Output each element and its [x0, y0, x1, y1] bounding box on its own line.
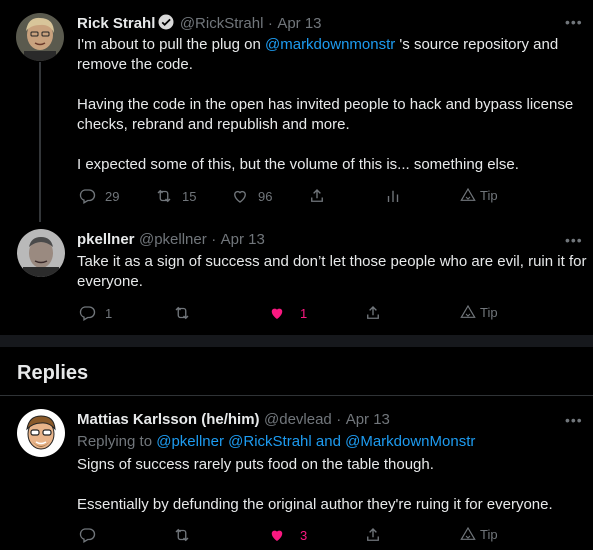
replying-to: Replying to @pkellner @RickStrahl and @M…: [77, 433, 476, 450]
more-options-icon[interactable]: •••: [565, 232, 583, 248]
section-divider: [0, 335, 593, 347]
tweet-date[interactable]: Apr 13: [346, 411, 390, 428]
retweet-button[interactable]: [173, 526, 191, 544]
avatar-pkellner[interactable]: [17, 229, 65, 277]
share-button[interactable]: [308, 187, 326, 205]
mention-markdownmonstr[interactable]: @markdownmonstr: [265, 36, 395, 53]
retweet-button[interactable]: 15: [155, 187, 196, 205]
dot-separator: ·: [211, 231, 217, 248]
analytics-icon: [387, 190, 399, 202]
reply-button[interactable]: [78, 526, 96, 544]
dot-separator: ·: [267, 15, 273, 32]
tweet2-header: pkellner @pkellner · Apr 13: [77, 231, 265, 249]
share-icon: [367, 528, 379, 541]
more-options-icon[interactable]: •••: [565, 14, 583, 30]
retweet-icon: [175, 528, 189, 542]
heart-filled-icon: [271, 530, 283, 541]
heart-icon: [234, 190, 246, 203]
mention-markdownmonstr[interactable]: @MarkdownMonstr: [345, 433, 475, 450]
mention-rickstrahl[interactable]: @RickStrahl: [228, 433, 312, 450]
avatar-rick-strahl[interactable]: [16, 13, 64, 61]
like-count: 3: [300, 527, 308, 543]
share-button[interactable]: [364, 526, 382, 544]
reply-icon: [79, 528, 96, 543]
dot-separator: ·: [336, 411, 342, 428]
more-options-icon[interactable]: •••: [565, 412, 583, 428]
verified-badge-icon: [158, 14, 174, 30]
like-button[interactable]: 1: [268, 304, 307, 322]
share-button[interactable]: [364, 304, 382, 322]
tweet1-text: I'm about to pull the plug on @markdownm…: [77, 36, 574, 173]
reply-button[interactable]: 1: [78, 304, 112, 322]
tip-button[interactable]: Tip: [460, 526, 498, 542]
author-handle[interactable]: @pkellner: [139, 231, 207, 248]
mention-pkellner[interactable]: @pkellner: [156, 433, 224, 450]
analytics-button[interactable]: [384, 187, 402, 205]
tip-label: Tip: [480, 304, 498, 320]
tip-button[interactable]: Tip: [460, 187, 498, 203]
tip-icon: [460, 187, 476, 201]
tip-icon: [460, 304, 476, 318]
author-name[interactable]: pkellner: [77, 231, 135, 248]
reply-button[interactable]: 29: [78, 187, 119, 205]
like-button[interactable]: 3: [268, 526, 307, 544]
author-name[interactable]: Rick Strahl: [77, 15, 155, 32]
author-handle[interactable]: @devlead: [264, 411, 332, 428]
tweet1-header: Rick Strahl @RickStrahl · Apr 13: [77, 13, 322, 33]
like-count: 1: [300, 305, 308, 321]
tip-icon: [460, 526, 476, 540]
like-count: 96: [258, 188, 273, 204]
tweet-date[interactable]: Apr 13: [277, 15, 321, 32]
share-icon: [367, 306, 379, 319]
tweet3-text: Signs of success rarely puts food on the…: [77, 456, 553, 513]
tip-label: Tip: [480, 187, 498, 203]
tweet-date[interactable]: Apr 13: [221, 231, 265, 248]
reply-icon: [79, 189, 96, 204]
retweet-icon: [175, 306, 189, 320]
tip-label: Tip: [480, 526, 498, 542]
replies-heading: Replies: [17, 362, 89, 384]
reply-count: 29: [105, 188, 120, 204]
reply-count: 1: [105, 305, 113, 321]
divider: [0, 395, 593, 396]
tweet2-text: Take it as a sign of success and don’t l…: [77, 253, 587, 290]
author-name[interactable]: Mattias Karlsson (he/him): [77, 411, 260, 428]
retweet-count: 15: [182, 188, 197, 204]
share-icon: [311, 189, 323, 202]
retweet-icon: [157, 189, 171, 203]
like-button[interactable]: 96: [231, 187, 272, 205]
reply-icon: [79, 306, 96, 321]
avatar-mattias-karlsson[interactable]: [17, 409, 65, 457]
retweet-button[interactable]: [173, 304, 191, 322]
author-handle[interactable]: @RickStrahl: [180, 15, 264, 32]
tip-button[interactable]: Tip: [460, 304, 498, 320]
tweet3-header: Mattias Karlsson (he/him) @devlead · Apr…: [77, 411, 390, 429]
heart-filled-icon: [271, 308, 283, 319]
thread-line: [39, 62, 41, 222]
